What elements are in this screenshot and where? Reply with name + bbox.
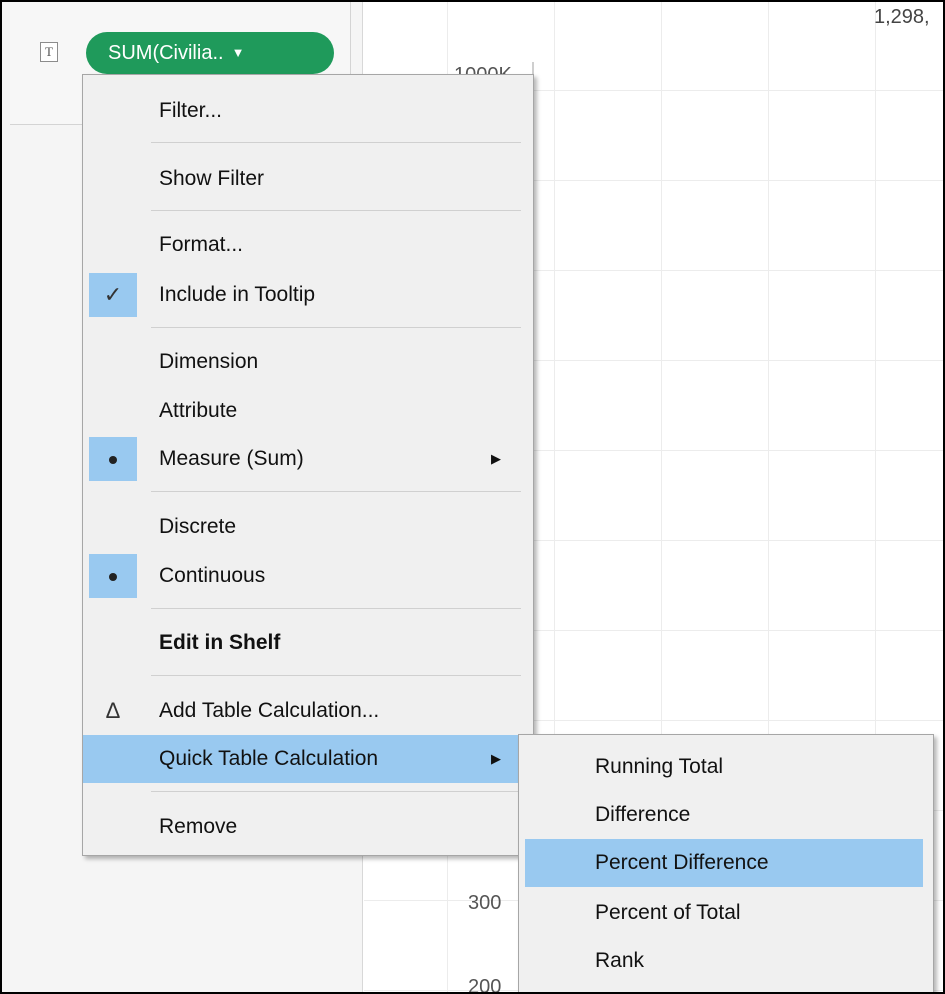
radio-dot-icon [89,437,137,481]
menu-separator [151,142,521,143]
menu-item-label: Remove [159,815,238,838]
menu-check [89,89,137,133]
menu-item-label: Attribute [159,399,238,422]
chevron-right-icon: ▶ [491,751,501,766]
menu-item-label: Add Table Calculation... [159,699,380,722]
submenu-item-rank[interactable]: Rank [525,937,923,985]
menu-item-add-table-calculation[interactable]: Δ Add Table Calculation... [83,687,533,735]
menu-item-include-in-tooltip[interactable]: ✓ Include in Tooltip [83,271,533,319]
text-mark-icon[interactable]: T [40,42,58,62]
measure-pill[interactable]: SUM(Civilia.. ▼ [86,32,334,74]
menu-separator [151,210,521,211]
menu-check [89,505,137,549]
menu-item-label: Measure (Sum) [159,447,304,470]
menu-item-attribute[interactable]: Attribute [83,387,533,435]
submenu-item-running-total[interactable]: Running Total [525,743,923,791]
menu-item-continuous[interactable]: Continuous [83,552,533,600]
submenu-item-label: Difference [595,803,691,826]
submenu-item-percent-of-total[interactable]: Percent of Total [525,889,923,937]
radio-dot-icon [89,554,137,598]
menu-item-label: Show Filter [159,167,265,190]
menu-item-measure-sum[interactable]: Measure (Sum) ▶ [83,435,533,483]
chart-mark-label: 1,298, [874,6,930,28]
menu-item-label: Edit in Shelf [159,631,281,654]
submenu-item-label: Percent Difference [595,851,769,874]
axis-tick-label-300: 300 [468,892,502,914]
chevron-down-icon[interactable]: ▼ [232,32,245,74]
submenu-item-label: Rank [595,949,645,972]
measure-pill-label: SUM(Civilia.. [108,42,224,64]
menu-check [89,737,137,781]
menu-item-filter[interactable]: Filter... [83,87,533,135]
menu-separator [151,675,521,676]
submenu-item-label: Percent of Total [595,901,741,924]
menu-item-quick-table-calculation[interactable]: Quick Table Calculation ▶ [83,735,533,783]
menu-separator [151,608,521,609]
menu-check [89,621,137,665]
quick-table-calculation-submenu: Running Total Difference Percent Differe… [518,734,934,992]
menu-separator [151,327,521,328]
menu-item-label: Continuous [159,564,266,587]
menu-check [89,389,137,433]
menu-separator [151,491,521,492]
menu-check [89,223,137,267]
menu-item-label: Dimension [159,350,259,373]
chevron-right-icon: ▶ [491,451,501,466]
submenu-item-difference[interactable]: Difference [525,791,923,839]
menu-item-edit-in-shelf[interactable]: Edit in Shelf [83,619,533,667]
axis-tick-label-200: 200 [468,976,502,994]
delta-icon: Δ [105,698,121,723]
menu-item-discrete[interactable]: Discrete [83,503,533,551]
submenu-item-label: Running Total [595,755,724,778]
menu-item-label: Format... [159,233,244,256]
submenu-item-percent-difference[interactable]: Percent Difference [525,839,923,887]
menu-item-label: Filter... [159,99,223,122]
menu-check [89,340,137,384]
menu-separator [151,791,521,792]
menu-item-label: Discrete [159,515,237,538]
pill-context-menu: Filter... Show Filter Format... ✓ Includ… [82,74,534,856]
menu-item-label: Include in Tooltip [159,283,316,306]
menu-item-format[interactable]: Format... [83,221,533,269]
menu-check [89,805,137,849]
checkmark-icon: ✓ [89,273,137,317]
menu-item-remove[interactable]: Remove [83,803,533,851]
menu-item-show-filter[interactable]: Show Filter [83,155,533,203]
workspace-frame: T SUM(Civilia..▼ 1,298, 1000K 300 200 Fi… [0,0,945,994]
menu-item-dimension[interactable]: Dimension [83,338,533,386]
menu-check [89,157,137,201]
menu-item-label: Quick Table Calculation [159,747,379,770]
